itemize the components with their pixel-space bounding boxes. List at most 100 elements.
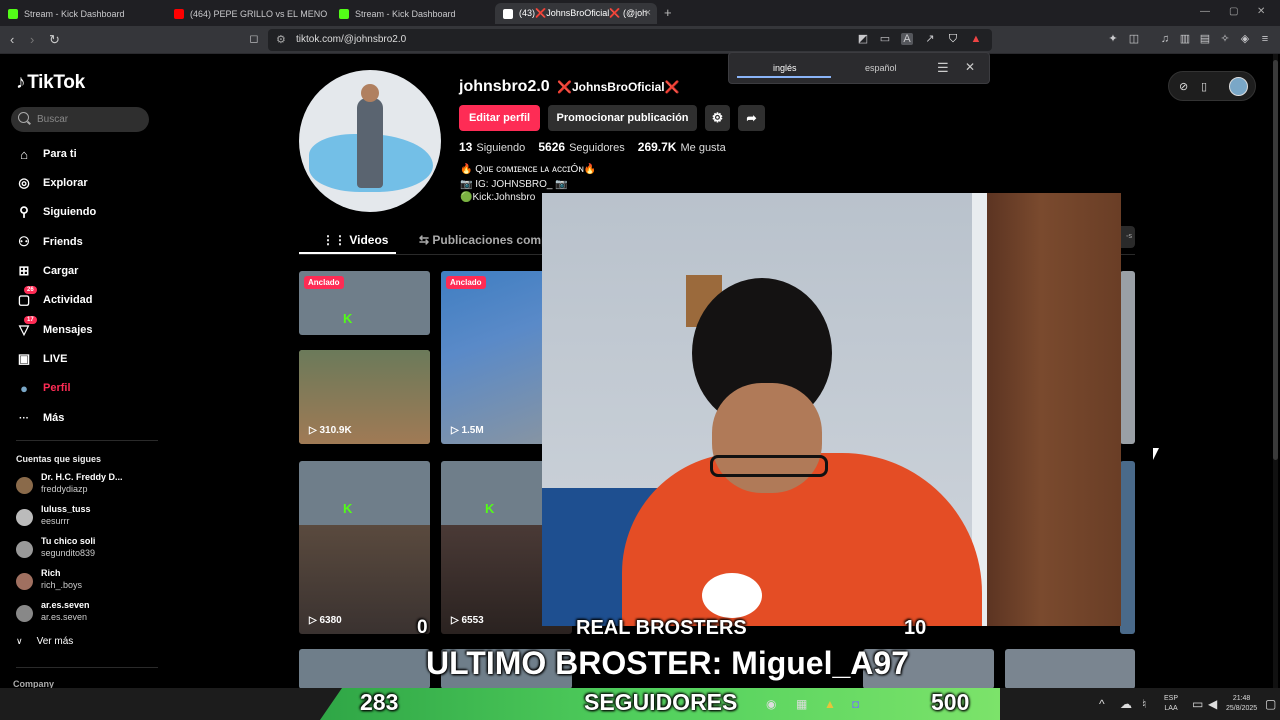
friends-icon: ⚇ <box>18 234 30 249</box>
extensions-icon[interactable]: ✦ <box>1107 33 1119 45</box>
page-scrollbar-thumb[interactable] <box>1273 60 1278 460</box>
grid-icon: ⋮⋮ <box>322 233 350 247</box>
tab-videos[interactable]: ⋮⋮ Videos <box>322 233 388 247</box>
nav-mensajes[interactable]: ▽ 17 Mensajes <box>16 316 93 340</box>
browser-tab[interactable]: (464) PEPE GRILLO vs EL MENOR I #F <box>166 3 328 24</box>
tray-chevron-up-icon[interactable]: ^ <box>1099 697 1105 711</box>
avatar <box>16 605 33 622</box>
wallet-icon[interactable]: ▤ <box>1199 33 1211 45</box>
network-icon[interactable]: ▭ <box>1192 697 1203 711</box>
back-icon[interactable]: ‹ <box>10 32 14 47</box>
reload-icon[interactable]: ↻ <box>49 32 60 48</box>
warning-app-icon[interactable]: ▲ <box>824 697 836 711</box>
tab-title: Stream - Kick Dashboard <box>24 8 125 19</box>
device-icon[interactable]: ▯ <box>1201 80 1207 93</box>
nav-perfil[interactable]: ● Perfil <box>16 378 70 398</box>
translate-options-icon[interactable]: ☰ <box>937 60 949 76</box>
new-tab-button[interactable]: + <box>664 5 672 20</box>
browser-tab-bar: Stream - Kick Dashboard (464) PEPE GRILL… <box>0 0 1280 26</box>
system-clock[interactable]: 21:48 25/8/2025 <box>1226 694 1257 714</box>
no-images-icon[interactable]: ◩ <box>857 33 869 45</box>
url-text[interactable]: tiktok.com/@johnsbro2.0 <box>296 34 406 45</box>
browser-tab[interactable]: Stream - Kick Dashboard <box>331 3 493 24</box>
translate-source-language[interactable]: inglés <box>773 63 797 73</box>
app-grid-icon[interactable]: ▦ <box>796 697 807 711</box>
discord-icon[interactable]: ◘ <box>852 697 859 711</box>
notifications-icon[interactable]: ▢ <box>1265 697 1276 711</box>
tab-label: Videos <box>349 233 389 247</box>
video-thumbnail[interactable]: K Anclado <box>299 271 430 335</box>
play-icon: ▷ <box>309 615 320 626</box>
minimize-icon[interactable]: — <box>1200 6 1210 17</box>
brave-rewards-icon[interactable]: ▲ <box>970 33 982 45</box>
input-language[interactable]: ESP LAA <box>1164 694 1178 714</box>
browser-tab[interactable]: Stream - Kick Dashboard <box>0 3 165 24</box>
compass-icon: ◎ <box>18 175 30 190</box>
site-info-icon[interactable]: ⚙ <box>276 33 286 46</box>
share-profile-icon[interactable]: ➦ <box>738 105 765 131</box>
browser-tab-active[interactable]: (43)❌JohnsBroOficial❌ (@joh × <box>495 3 657 24</box>
edit-profile-button[interactable]: Editar perfil <box>459 105 540 131</box>
tab-reposts[interactable]: ⇆ Publicaciones comp <box>419 233 548 247</box>
music-icon[interactable]: ♫ <box>1159 33 1171 45</box>
close-icon[interactable]: ✕ <box>965 60 975 74</box>
cast-icon[interactable]: ▭ <box>879 33 891 45</box>
bio-line[interactable]: 🟢Kick:Johnsbro <box>460 192 535 203</box>
translate-icon[interactable]: A <box>901 33 913 45</box>
compass-icon[interactable]: ⊘ <box>1179 80 1188 93</box>
user-avatar[interactable] <box>1229 77 1248 96</box>
cloud-icon[interactable]: ☁ <box>1120 697 1132 711</box>
share-icon[interactable]: ↗ <box>924 33 936 45</box>
nav-mas[interactable]: ··· Más <box>16 408 64 428</box>
nav-para-ti[interactable]: ⌂ Para ti <box>16 144 77 164</box>
settings-gear-icon[interactable]: ⚙ <box>705 105 730 131</box>
nav-siguiendo[interactable]: ⚲ Siguiendo <box>16 202 96 222</box>
video-thumbnail[interactable] <box>299 649 430 688</box>
menu-icon[interactable]: ≡ <box>1259 33 1271 45</box>
profile-avatar[interactable] <box>299 70 441 212</box>
nav-actividad[interactable]: ▢ 26 Actividad <box>16 286 93 310</box>
brave-shield-icon[interactable]: ⛉ <box>947 33 959 45</box>
streamer-glasses <box>710 455 828 477</box>
translate-target-language[interactable]: español <box>865 63 897 73</box>
video-thumbnail[interactable] <box>1120 461 1135 634</box>
nav-friends[interactable]: ⚇ Friends <box>16 232 83 252</box>
tiktok-logo[interactable]: ♪ TikTok <box>16 72 85 94</box>
followers-label[interactable]: Seguidores <box>569 142 625 154</box>
bookmark-icon[interactable]: ◻ <box>248 33 260 45</box>
account-name: Rich <box>41 568 61 578</box>
nav-live[interactable]: ▣ LIVE <box>16 349 68 369</box>
real-brosters-left-count: 0 <box>417 617 428 638</box>
activity-icon: ▢ 26 <box>16 286 37 308</box>
volume-icon[interactable]: ◀ <box>1208 697 1217 711</box>
promote-post-button[interactable]: Promocionar publicación <box>548 105 697 131</box>
leo-ai-icon[interactable]: ✧ <box>1219 33 1231 45</box>
microphone-icon[interactable]: ♮ <box>1142 697 1146 711</box>
video-thumbnail[interactable] <box>1005 649 1135 688</box>
see-more-button[interactable]: ∨ Ver más <box>16 636 73 647</box>
nav-label: Actividad <box>43 294 93 306</box>
sidebar-icon[interactable]: ▥ <box>1179 33 1191 45</box>
vpn-icon[interactable]: ◈ <box>1239 33 1251 45</box>
view-count-text: 1.5M <box>461 425 484 436</box>
close-window-icon[interactable]: ✕ <box>1257 6 1265 17</box>
search-box[interactable] <box>11 107 149 132</box>
screenshot-icon[interactable]: ◫ <box>1128 33 1140 45</box>
forward-icon[interactable]: › <box>30 32 34 47</box>
nav-explorar[interactable]: ◎ Explorar <box>16 173 87 193</box>
video-thumbnail[interactable]: K ▷ 6380 <box>299 461 430 634</box>
nav-cargar[interactable]: ⊞ Cargar <box>16 261 79 281</box>
clock-time: 21:48 <box>1232 695 1251 702</box>
video-thumbnail[interactable] <box>1120 271 1135 444</box>
maximize-icon[interactable]: ▢ <box>1229 6 1238 17</box>
close-tab-icon[interactable]: × <box>645 7 651 19</box>
play-icon: ▷ <box>309 425 320 436</box>
view-count-text: 6380 <box>319 615 342 626</box>
video-thumbnail[interactable]: ▷ 310.9K <box>299 350 430 444</box>
search-input[interactable] <box>37 111 143 128</box>
following-label[interactable]: Siguiendo <box>476 142 525 154</box>
company-link[interactable]: Company <box>13 679 54 688</box>
nickname-text: JohnsBroOficial <box>571 80 665 94</box>
obs-icon[interactable]: ◉ <box>766 697 776 711</box>
play-icon: ▷ <box>451 425 462 436</box>
